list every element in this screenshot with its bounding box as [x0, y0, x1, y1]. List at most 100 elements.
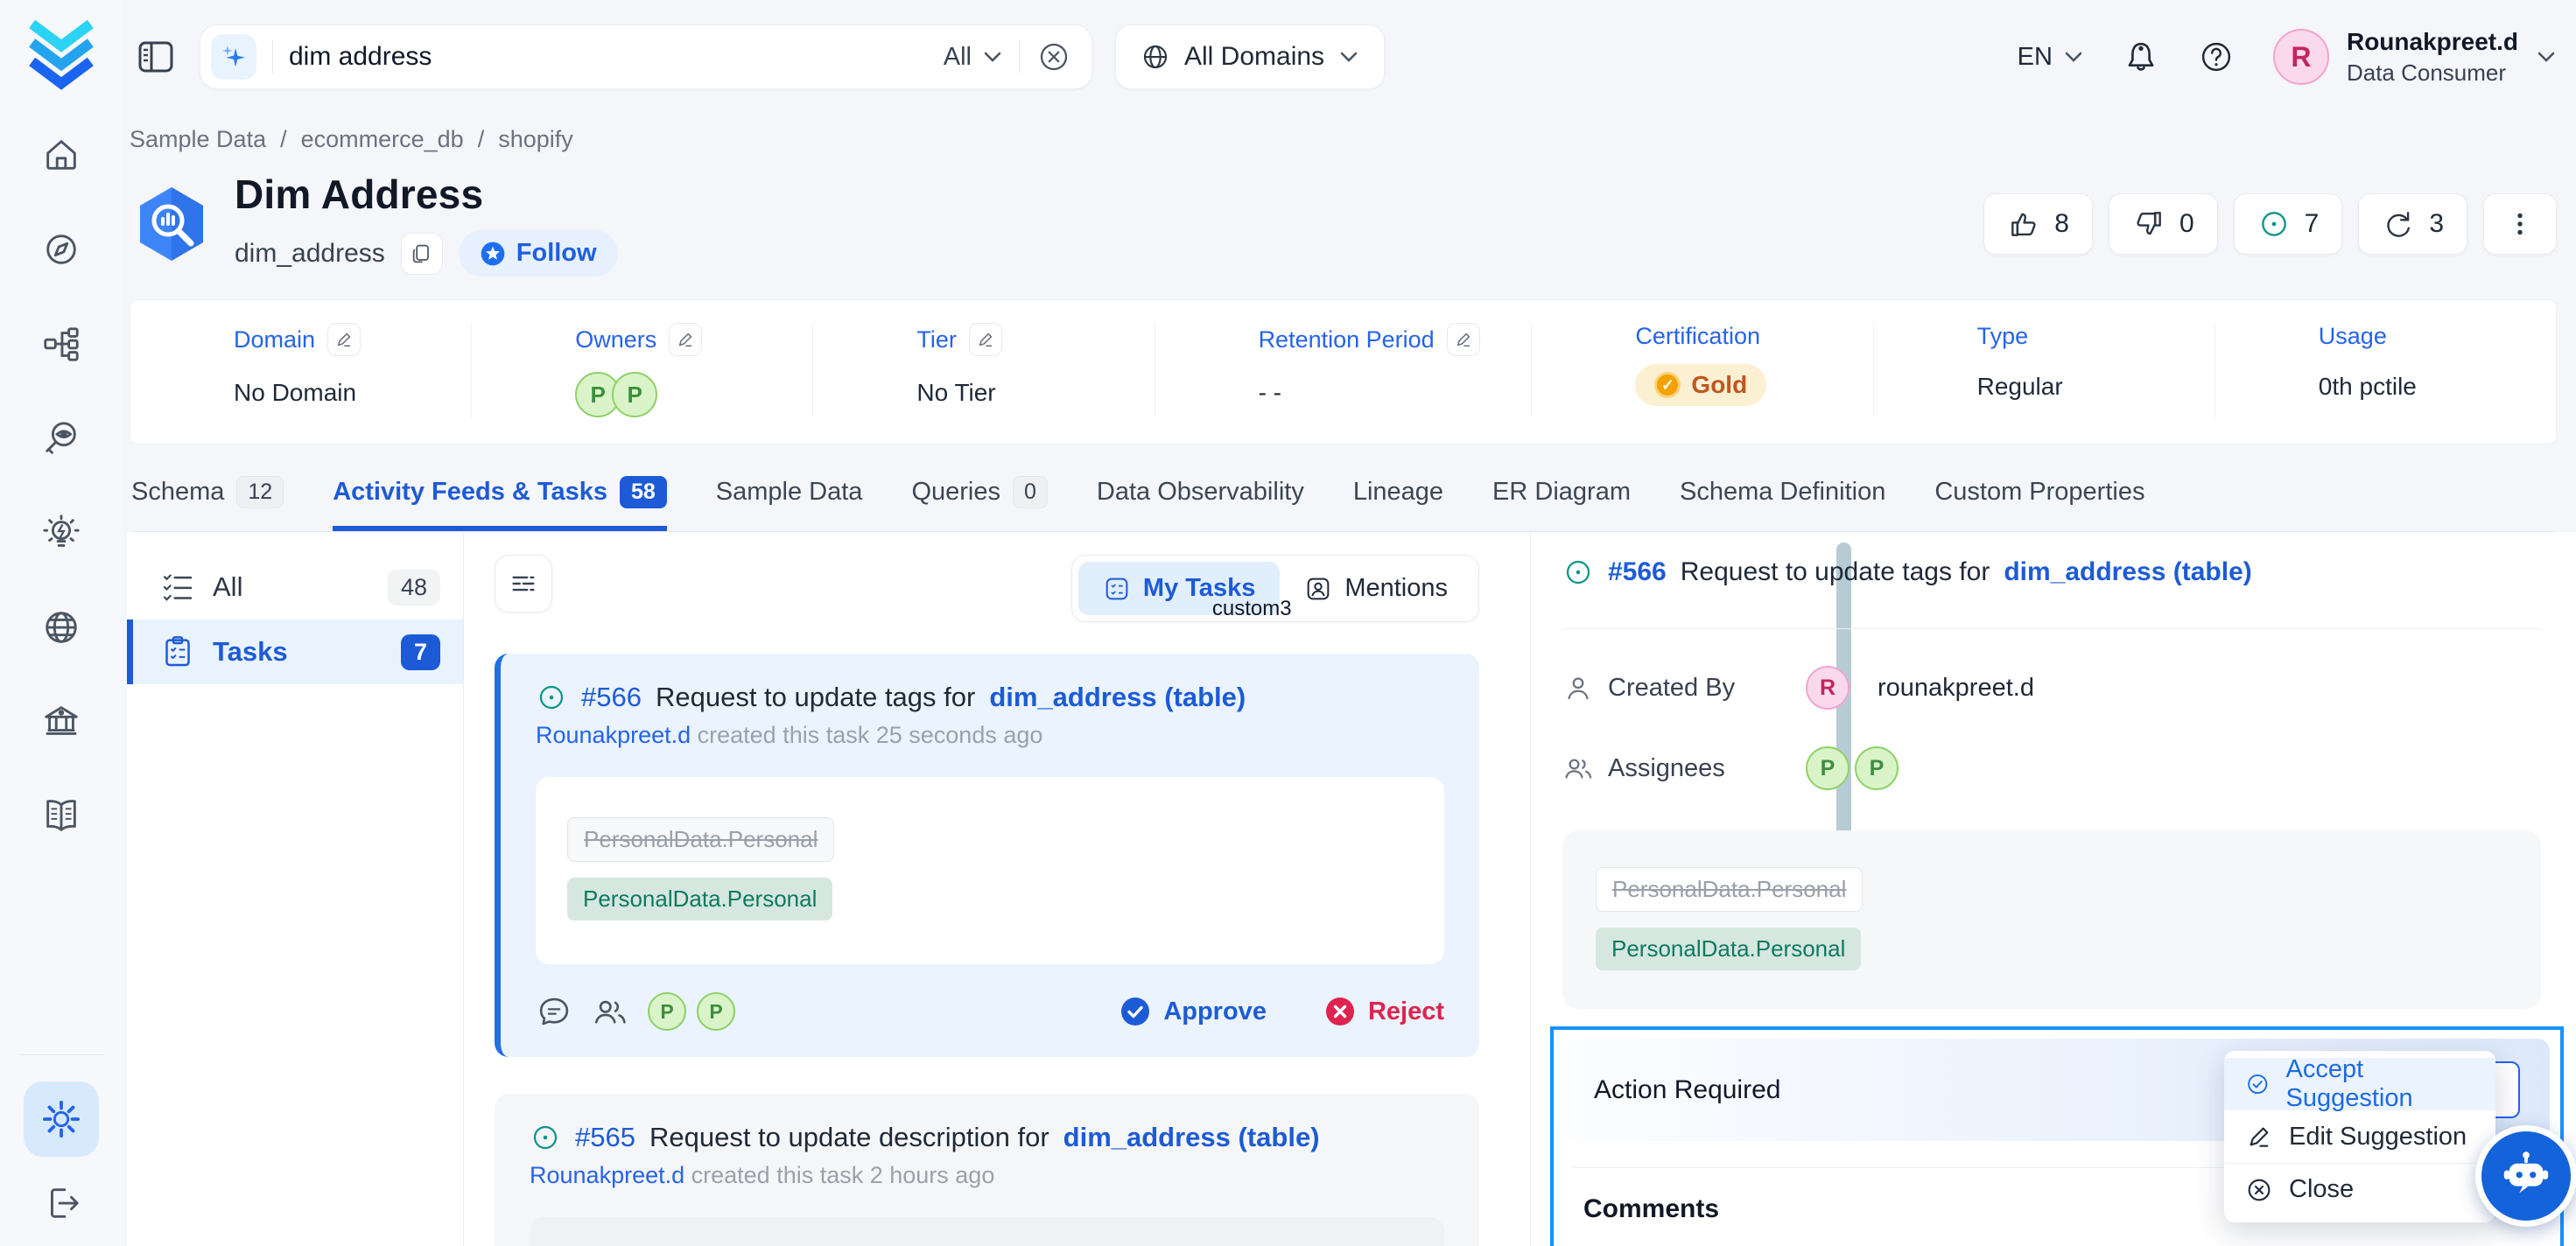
- sidebar-toggle-icon[interactable]: [135, 36, 177, 78]
- home-icon[interactable]: [41, 135, 81, 175]
- star-circle-icon: [480, 241, 506, 267]
- breadcrumb-item[interactable]: Sample Data: [130, 126, 266, 153]
- settings-button[interactable]: [24, 1082, 99, 1157]
- menu-item-edit-suggestion[interactable]: Edit Suggestion: [2224, 1110, 2495, 1163]
- logout-icon[interactable]: [41, 1183, 81, 1223]
- clipboard-icon: [160, 634, 195, 669]
- task-author-link[interactable]: Rounakpreet.d: [536, 722, 691, 748]
- comment-icon[interactable]: [536, 993, 572, 1030]
- task-id-link[interactable]: #566: [581, 682, 642, 713]
- domain-label: Domain: [234, 326, 315, 354]
- detail-asset-link[interactable]: dim_address (table): [2004, 557, 2251, 587]
- insights-icon[interactable]: [41, 513, 81, 553]
- breadcrumb-item[interactable]: shopify: [498, 126, 573, 153]
- kebab-menu-icon: [2503, 207, 2537, 241]
- tab-activity-feeds-tasks[interactable]: Activity Feeds & Tasks58: [333, 476, 667, 531]
- domain-value: No Domain: [234, 379, 471, 407]
- help-icon[interactable]: [2198, 38, 2235, 75]
- task-asset-link[interactable]: dim_address (table): [989, 682, 1246, 713]
- menu-item-accept-suggestion[interactable]: Accept Suggestion: [2224, 1058, 2495, 1110]
- edit-domain-button[interactable]: [327, 323, 361, 356]
- metadata-summary-bar: Domain No Domain Owners P P Tier No Tier…: [130, 299, 2557, 444]
- rail-divider: [19, 1054, 103, 1055]
- search-divider-2: [1019, 40, 1020, 74]
- task-card-566[interactable]: #566 Request to update tags for dim_addr…: [495, 654, 1479, 1057]
- tab-er-diagram[interactable]: ER Diagram: [1492, 476, 1631, 531]
- owner-avatar[interactable]: P: [612, 372, 657, 417]
- notifications-bell-icon[interactable]: [2123, 38, 2159, 75]
- atlan-logo-icon[interactable]: [24, 19, 99, 94]
- tasks-count: 7: [2305, 209, 2320, 239]
- added-tag: PersonalData.Personal: [567, 878, 832, 920]
- edit-retention-button[interactable]: [1447, 323, 1480, 356]
- task-id-link[interactable]: #565: [575, 1122, 635, 1153]
- edit-tier-button[interactable]: [969, 323, 1002, 356]
- reject-button[interactable]: Reject: [1324, 996, 1444, 1027]
- compass-icon[interactable]: [41, 229, 81, 270]
- search-input[interactable]: [289, 42, 928, 72]
- global-search: All: [200, 24, 1092, 89]
- task-author-link[interactable]: Rounakpreet.d: [530, 1162, 684, 1188]
- tasks-count-button[interactable]: 7: [2234, 193, 2343, 255]
- breadcrumb-item[interactable]: ecommerce_db: [301, 126, 464, 153]
- task-card-565[interactable]: #565 Request to update description for d…: [495, 1094, 1479, 1246]
- workflow-icon[interactable]: [41, 324, 81, 364]
- creator-avatar[interactable]: R: [1806, 666, 1850, 710]
- tab-schema[interactable]: Schema12: [131, 476, 284, 531]
- copy-name-button[interactable]: [401, 233, 443, 275]
- refresh-count-button[interactable]: 3: [2358, 193, 2467, 255]
- created-by-label: Created By: [1608, 674, 1792, 703]
- search-scope-dropdown[interactable]: All: [944, 43, 1003, 72]
- chevron-down-icon: [2063, 50, 2084, 64]
- tab-sample-data[interactable]: Sample Data: [716, 476, 863, 531]
- task-assignee-avatar[interactable]: P: [697, 992, 735, 1031]
- discovery-icon[interactable]: [41, 418, 81, 458]
- all-domains-button[interactable]: All Domains: [1115, 24, 1385, 89]
- user-menu[interactable]: R Rounakpreet.d Data Consumer: [2273, 28, 2557, 87]
- follow-button[interactable]: Follow: [459, 230, 618, 276]
- web-icon[interactable]: [41, 607, 81, 648]
- bigquery-table-icon: [130, 182, 214, 266]
- tab-queries[interactable]: Queries0: [911, 476, 1047, 531]
- clear-search-icon[interactable]: [1035, 38, 1072, 75]
- filter-all[interactable]: All 48: [127, 555, 463, 620]
- certification-value: Gold: [1691, 371, 1747, 399]
- glossary-book-icon[interactable]: [41, 796, 81, 836]
- tab-lineage[interactable]: Lineage: [1353, 476, 1443, 531]
- gear-icon: [41, 1099, 81, 1139]
- task-asset-link[interactable]: dim_address (table): [1063, 1122, 1320, 1153]
- dislikes-button[interactable]: 0: [2109, 193, 2218, 255]
- language-dropdown[interactable]: EN: [2018, 43, 2084, 72]
- chatbot-button[interactable]: [2475, 1125, 2576, 1227]
- likes-button[interactable]: 8: [1983, 193, 2093, 255]
- task-assignee-avatar[interactable]: P: [648, 992, 686, 1031]
- all-domains-label: All Domains: [1184, 42, 1324, 72]
- ai-sparkles-icon[interactable]: [211, 34, 256, 80]
- retention-label: Retention Period: [1259, 326, 1435, 354]
- task-tag-changes: PersonalData.Personal PersonalData.Perso…: [536, 777, 1444, 964]
- dislikes-count: 0: [2179, 209, 2194, 239]
- more-actions-button[interactable]: [2483, 193, 2557, 255]
- filter-tasks[interactable]: Tasks 7: [127, 620, 463, 684]
- approve-button[interactable]: Approve: [1120, 996, 1267, 1027]
- menu-item-close[interactable]: Close: [2224, 1163, 2495, 1215]
- action-dropdown-menu: Accept Suggestion Edit Suggestion Close: [2224, 1051, 2495, 1222]
- assignees-icon[interactable]: [592, 993, 628, 1030]
- assignees-row: Assignees P P: [1562, 746, 2541, 790]
- removed-tag: PersonalData.Personal: [1596, 867, 1863, 912]
- tab-custom-properties[interactable]: Custom Properties: [1934, 476, 2144, 531]
- detail-task-id[interactable]: #566: [1608, 557, 1667, 587]
- assignee-avatar[interactable]: P: [1855, 746, 1899, 790]
- check-circle-icon: [2245, 1070, 2271, 1098]
- assignee-avatar[interactable]: P: [1806, 746, 1850, 790]
- governance-icon[interactable]: [41, 702, 81, 742]
- metadata-usage: Usage 0th pctile: [2215, 323, 2556, 417]
- tab-schema-definition[interactable]: Schema Definition: [1680, 476, 1885, 531]
- assignees-label: Assignees: [1608, 754, 1792, 783]
- toggle-mentions[interactable]: Mentions: [1280, 562, 1472, 615]
- type-label: Type: [1977, 323, 2029, 350]
- globe-icon: [1141, 42, 1170, 72]
- edit-owners-button[interactable]: [669, 323, 702, 356]
- tab-data-observability[interactable]: Data Observability: [1097, 476, 1304, 531]
- feed-filter-button[interactable]: [495, 555, 552, 612]
